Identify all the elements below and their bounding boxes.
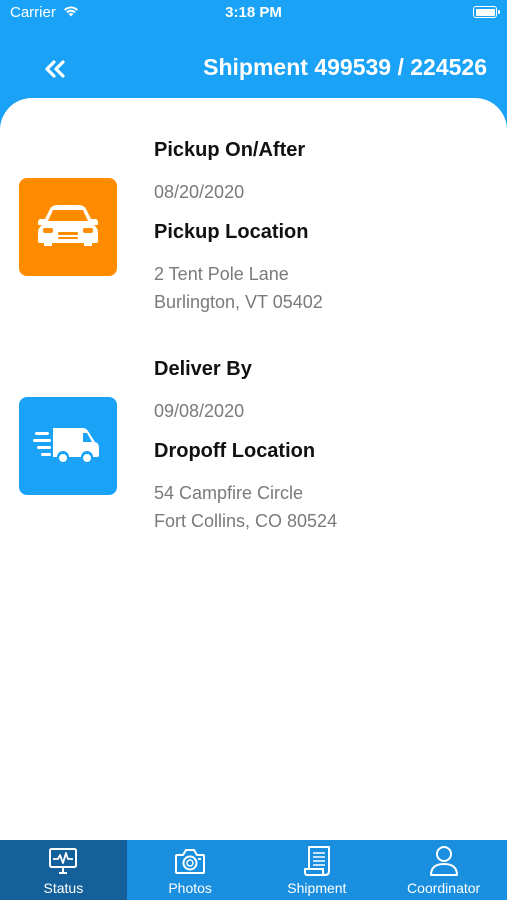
shipment-details-panel: Pickup On/After 08/20/2020 Pickup Locati… — [0, 98, 507, 840]
double-chevron-left-icon — [44, 59, 66, 83]
tab-photos-label: Photos — [168, 880, 212, 896]
status-bar: Carrier 3:18 PM — [0, 0, 507, 26]
pickup-date-value: 08/20/2020 — [154, 182, 245, 202]
tab-bar: Status Photos Shipment Coordinator — [0, 840, 507, 900]
tab-status-label: Status — [43, 880, 84, 896]
dropoff-address-line1: 54 Campfire Circle — [154, 483, 304, 503]
back-button[interactable] — [40, 56, 70, 86]
deliver-by-value: 09/08/2020 — [154, 401, 245, 421]
camera-icon — [174, 845, 206, 877]
status-time: 3:18 PM — [225, 4, 282, 21]
dropoff-location-label: Dropoff Location — [154, 440, 316, 462]
tab-coordinator-label: Coordinator — [407, 880, 481, 896]
document-list-icon — [303, 845, 331, 877]
pickup-address-line2: Burlington, VT 05402 — [154, 292, 323, 312]
deliver-by-label: Deliver By — [154, 358, 252, 380]
car-icon — [36, 203, 100, 252]
battery-icon — [473, 6, 500, 18]
tab-coordinator[interactable]: Coordinator — [380, 840, 507, 900]
tab-shipment[interactable]: Shipment — [254, 840, 381, 900]
page-title: Shipment 499539 / 224526 — [203, 54, 487, 80]
delivery-icon-tile — [19, 397, 117, 495]
pickup-location-label: Pickup Location — [154, 221, 309, 243]
pickup-date-label: Pickup On/After — [154, 139, 306, 161]
pickup-address-line1: 2 Tent Pole Lane — [154, 264, 289, 284]
pickup-icon-tile — [19, 178, 117, 276]
tab-photos[interactable]: Photos — [127, 840, 254, 900]
person-icon — [429, 845, 459, 877]
delivery-van-icon — [33, 424, 103, 469]
dropoff-address-line2: Fort Collins, CO 80524 — [154, 511, 338, 531]
monitor-pulse-icon — [48, 845, 78, 877]
tab-shipment-label: Shipment — [287, 880, 347, 896]
tab-status[interactable]: Status — [0, 840, 127, 900]
